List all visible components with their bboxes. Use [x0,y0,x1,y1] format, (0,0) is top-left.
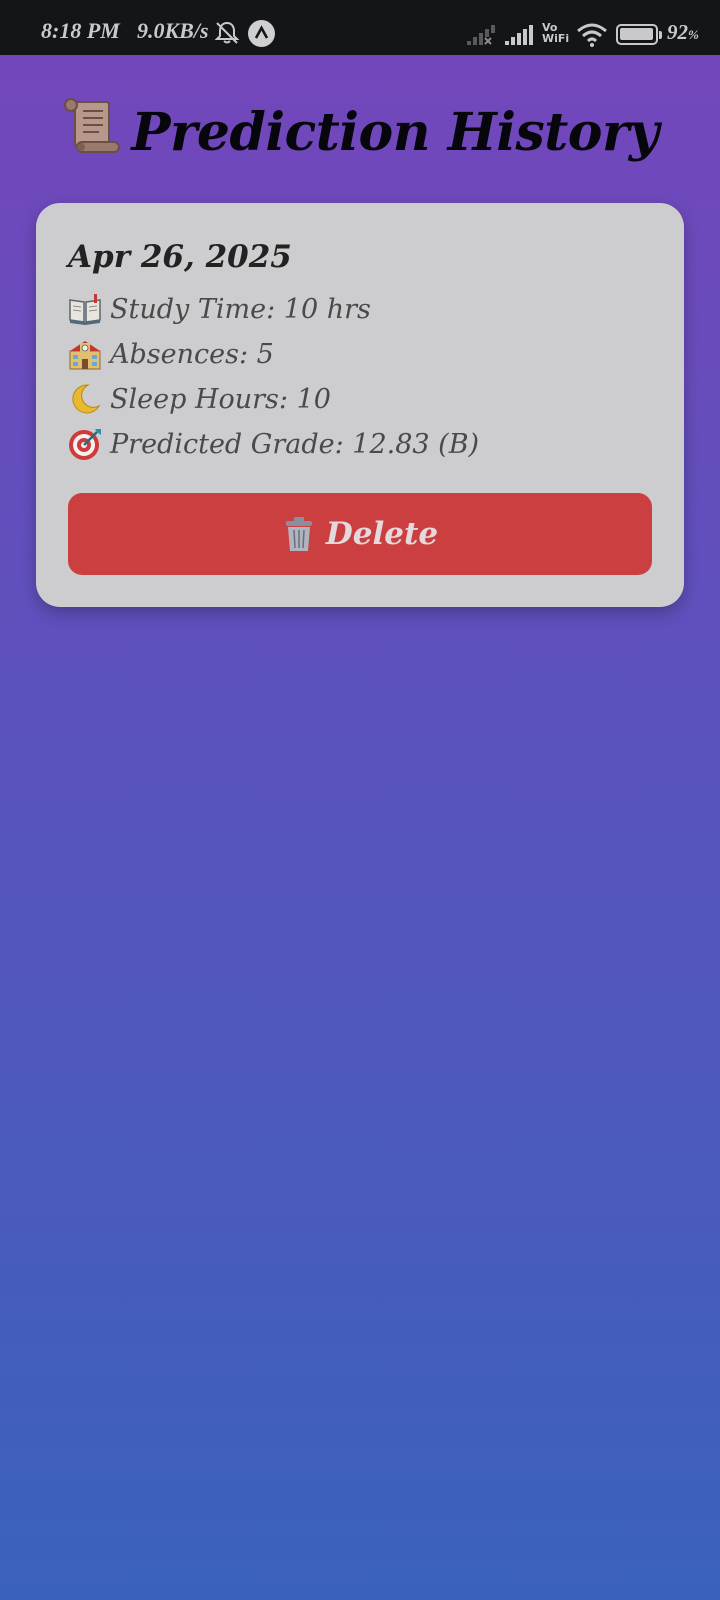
status-network-speed: 9.0KB/s [137,18,209,43]
delete-button[interactable]: Delete [68,493,652,575]
battery-value: 92 [667,20,688,44]
study-time-text: Study Time: 10 hrs [110,293,371,325]
app-notification-icon [248,20,275,47]
page-title: Prediction History [0,96,720,163]
battery-icon [616,24,658,45]
sleep-hours-text: Sleep Hours: 10 [110,383,331,415]
battery-tip [659,31,662,39]
school-icon [69,341,101,370]
delete-button-label: Delete [325,516,439,552]
status-time: 8:18 PM [41,18,120,43]
predicted-grade-text: Predicted Grade: 12.83 (B) [110,428,480,460]
page-title-text: Prediction History [131,102,659,163]
predicted-grade-row: Predicted Grade: 12.83 (B) [68,427,479,461]
vowifi-icon: Vo WiFi [542,22,569,44]
target-icon [69,429,101,460]
battery-unit: % [688,27,699,42]
book-icon [69,294,101,325]
history-card: Apr 26, 2025 Study Time: 10 hrs Absences… [36,203,684,607]
scroll-icon [64,98,121,153]
trash-icon [285,517,312,551]
signal-no-service-icon [467,25,495,45]
battery-level-fill [620,28,654,40]
moon-icon [72,384,101,414]
signal-full-icon [505,25,533,45]
history-date: Apr 26, 2025 [68,239,292,275]
bell-muted-icon [214,21,240,44]
absences-row: Absences: 5 [68,337,274,371]
status-bar: 8:18 PM 9.0KB/s Vo WiFi 92% [0,0,720,55]
study-time-row: Study Time: 10 hrs [68,292,371,326]
absences-text: Absences: 5 [110,338,274,370]
sleep-hours-row: Sleep Hours: 10 [68,382,331,416]
wifi-icon [577,23,607,47]
battery-percent: 92% [667,20,699,45]
vowifi-bottom-label: WiFi [542,32,570,45]
